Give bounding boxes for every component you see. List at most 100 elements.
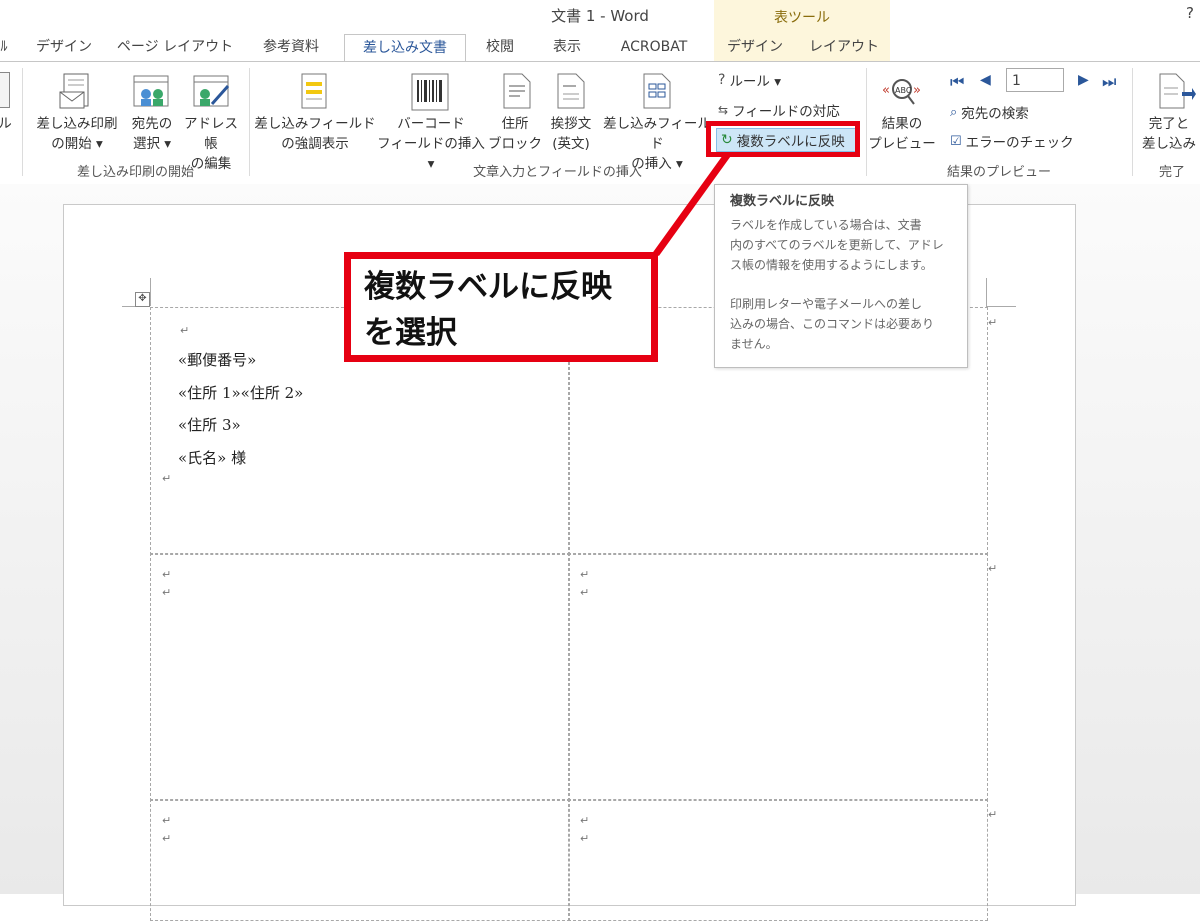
previous-record-icon[interactable]: ◀ bbox=[980, 72, 991, 88]
merge-field-address-3: «住所 3» bbox=[178, 416, 241, 434]
paragraph-mark: ↵ bbox=[162, 472, 172, 485]
label-cell[interactable] bbox=[150, 553, 570, 801]
select-recipients-line2: 選択 ▾ bbox=[132, 136, 172, 152]
merge-field-name: «氏名» 様 bbox=[178, 449, 247, 467]
finish-merge-line1: 完了と bbox=[1148, 116, 1190, 132]
highlight-merge-fields-icon[interactable] bbox=[298, 72, 332, 116]
tooltip-text: ません。 bbox=[730, 337, 778, 351]
select-recipients-icon[interactable] bbox=[132, 72, 172, 116]
find-recipient-label: 宛先の検索 bbox=[961, 106, 1029, 122]
last-record-icon[interactable]: ⏭ bbox=[1102, 72, 1116, 92]
tab-page-layout[interactable]: ページ レイアウト bbox=[112, 34, 238, 62]
next-record-icon[interactable]: ▶ bbox=[1078, 72, 1089, 88]
tab-view[interactable]: 表示 bbox=[538, 34, 596, 62]
tab-design[interactable]: デザイン bbox=[26, 34, 102, 62]
tooltip-text: 内のすべてのラベルを更新して、アドレ bbox=[730, 238, 944, 252]
greeting-line-line1: 挨拶文 bbox=[550, 116, 592, 132]
tab-table-layout[interactable]: レイアウト bbox=[800, 34, 888, 62]
tab-file-cut[interactable]: ﾙ bbox=[0, 34, 14, 62]
tooltip-text: 印刷用レターや電子メールへの差し bbox=[730, 297, 923, 311]
tab-mailings[interactable]: 差し込み文書 bbox=[344, 34, 466, 63]
group-separator bbox=[249, 68, 250, 176]
insert-merge-field-line1: 差し込みフィールド bbox=[603, 116, 711, 152]
highlight-box bbox=[706, 121, 860, 157]
finish-merge-button[interactable]: 完了と 差し込み bbox=[1138, 114, 1200, 154]
greeting-line-icon[interactable] bbox=[554, 72, 588, 116]
address-block-icon[interactable] bbox=[500, 72, 534, 116]
finish-merge-line2: 差し込み bbox=[1142, 136, 1196, 152]
find-recipient-icon: ⌕ bbox=[950, 104, 958, 120]
greeting-line-button[interactable]: 挨拶文 (英文) bbox=[542, 114, 600, 154]
finish-merge-icon[interactable] bbox=[1156, 72, 1196, 116]
tab-references[interactable]: 参考資料 bbox=[248, 34, 334, 62]
insert-merge-field-icon[interactable] bbox=[640, 72, 674, 116]
paragraph-mark: ↵ bbox=[180, 324, 190, 337]
group-separator bbox=[22, 68, 23, 176]
envelope-label-icon[interactable] bbox=[0, 72, 10, 108]
merge-field-address-1-2: «住所 1»«住所 2» bbox=[178, 384, 304, 402]
group-label-start-merge: 差し込み印刷の開始 bbox=[76, 165, 194, 180]
edit-recipient-list-icon[interactable] bbox=[192, 72, 232, 116]
paragraph-mark: ↵ bbox=[162, 814, 172, 827]
preview-results-icon[interactable]: « ABC» bbox=[880, 74, 924, 114]
address-block-line1: 住所 bbox=[501, 116, 529, 132]
insert-barcode-line1: バーコード bbox=[397, 116, 465, 132]
check-errors-label: エラーのチェック bbox=[965, 135, 1074, 151]
callout-text: 複数ラベルに反映 を選択 bbox=[364, 264, 612, 356]
group-label-finish: 完了 bbox=[1158, 165, 1185, 180]
paragraph-mark: ↵ bbox=[162, 568, 172, 581]
tooltip-text: ス帳の情報を使用するようにします。 bbox=[730, 258, 933, 272]
margin-mark bbox=[150, 278, 151, 306]
preview-results-button[interactable]: 結果の プレビュー bbox=[864, 114, 940, 154]
address-block-button[interactable]: 住所 ブロック bbox=[488, 114, 542, 154]
rules-icon: ? bbox=[718, 72, 726, 88]
paragraph-mark: ↵ bbox=[580, 568, 590, 581]
preview-results-line1: 結果の bbox=[881, 116, 923, 132]
match-fields-label: フィールドの対応 bbox=[732, 104, 840, 120]
table-move-handle-icon[interactable]: ✥ bbox=[135, 292, 150, 307]
table-tools-label: 表ツール bbox=[774, 10, 830, 26]
paragraph-mark: ↵ bbox=[580, 814, 590, 827]
preview-results-line2: プレビュー bbox=[868, 136, 936, 152]
start-mail-merge-button[interactable]: 差し込み印刷 の開始 ▾ bbox=[30, 114, 124, 154]
window-title: 文書 1 - Word bbox=[551, 7, 649, 25]
tab-acrobat[interactable]: ACROBAT bbox=[606, 34, 702, 62]
select-recipients-button[interactable]: 宛先の 選択 ▾ bbox=[124, 114, 180, 154]
tooltip-text: 込みの場合、このコマンドは必要あり bbox=[730, 317, 935, 331]
label-cell[interactable] bbox=[150, 799, 570, 921]
paragraph-mark: ↵ bbox=[162, 586, 172, 599]
paragraph-mark: ↵ bbox=[580, 586, 590, 599]
barcode-icon[interactable] bbox=[410, 72, 450, 116]
edit-recipient-list-line1: アドレス帳 bbox=[184, 116, 238, 152]
tab-table-design[interactable]: デザイン bbox=[716, 34, 794, 62]
svg-text:«: « bbox=[882, 83, 890, 98]
paragraph-mark: ↵ bbox=[988, 808, 998, 821]
highlight-merge-fields-button[interactable]: 差し込みフィールド の強調表示 bbox=[254, 114, 376, 154]
group-label-write-insert: 文章入力とフィールドの挿入 bbox=[473, 165, 642, 180]
svg-text:»: » bbox=[913, 83, 921, 98]
select-recipients-line1: 宛先の bbox=[131, 116, 173, 132]
tooltip-text: ラベルを作成している場合は、文書 bbox=[730, 218, 922, 232]
paragraph-mark: ↵ bbox=[988, 316, 998, 329]
help-button[interactable]: ? bbox=[1186, 4, 1194, 22]
tab-review[interactable]: 校閲 bbox=[472, 34, 528, 62]
check-errors-button[interactable]: ☑ エラーのチェック bbox=[950, 131, 1074, 152]
callout-line2: を選択 bbox=[364, 315, 457, 351]
margin-mark bbox=[986, 278, 987, 306]
start-mail-merge-line1: 差し込み印刷 bbox=[36, 116, 118, 132]
start-mail-merge-icon[interactable] bbox=[58, 72, 98, 116]
label-cell[interactable] bbox=[568, 553, 988, 801]
check-errors-icon: ☑ bbox=[950, 133, 962, 149]
find-recipient-button[interactable]: ⌕ 宛先の検索 bbox=[950, 102, 1029, 123]
record-number-input[interactable]: 1 bbox=[1006, 68, 1064, 92]
rules-button[interactable]: ? ルール ▾ bbox=[718, 70, 781, 90]
group-separator bbox=[1132, 68, 1133, 176]
first-record-icon[interactable]: ⏮ bbox=[950, 72, 964, 92]
highlight-merge-fields-line1: 差し込みフィールド bbox=[254, 116, 376, 132]
rules-label: ルール ▾ bbox=[729, 74, 782, 90]
svg-text:ABC: ABC bbox=[895, 86, 912, 95]
match-fields-button[interactable]: ⇆ フィールドの対応 bbox=[718, 100, 840, 120]
match-fields-icon: ⇆ bbox=[718, 103, 729, 117]
label-cell[interactable] bbox=[568, 799, 988, 921]
left-cut-label: ル bbox=[0, 116, 12, 132]
